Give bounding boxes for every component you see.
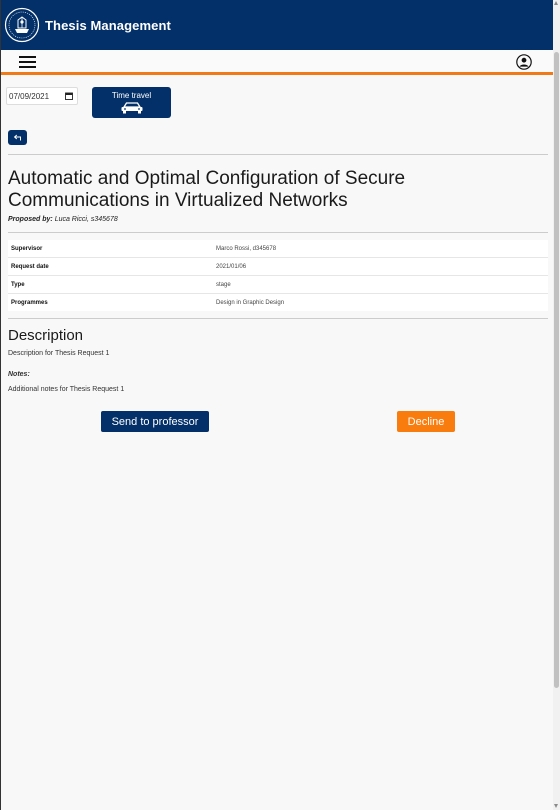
detail-value: Marco Rossi, d345678 — [216, 245, 277, 252]
navbar — [1, 50, 554, 75]
time-travel-label: Time travel — [111, 91, 152, 100]
notes-text: Additional notes for Thesis Request 1 — [8, 386, 125, 393]
detail-label: Supervisor — [11, 245, 43, 252]
send-to-professor-button[interactable]: Send to professor — [101, 411, 209, 432]
description-text: Description for Thesis Request 1 — [8, 350, 110, 357]
calendar-icon[interactable] — [65, 92, 73, 100]
menu-icon[interactable] — [19, 56, 36, 68]
detail-label: Type — [11, 281, 25, 288]
detail-row-supervisor: Supervisor Marco Rossi, d345678 — [8, 240, 548, 257]
app-title[interactable]: Thesis Management — [45, 18, 171, 33]
date-value: 07/09/2021 — [9, 91, 50, 101]
car-icon — [121, 102, 142, 114]
page-scrollbar[interactable] — [553, 0, 560, 810]
details-table: Supervisor Marco Rossi, d345678 Request … — [8, 240, 548, 311]
app-header: Thesis Management — [1, 0, 554, 50]
notes-label: Notes: — [8, 371, 30, 378]
proposer-line: Proposed by: Luca Ricci, s345678 — [8, 216, 118, 223]
back-button[interactable] — [8, 130, 27, 145]
description-heading: Description — [8, 327, 84, 344]
divider — [8, 318, 548, 319]
divider — [8, 154, 548, 155]
detail-row-request-date: Request date 2021/01/06 — [8, 257, 548, 275]
scrollbar-thumb[interactable] — [554, 52, 559, 688]
detail-row-programmes: Programmes Design in Graphic Design — [8, 293, 548, 311]
scroll-down-icon[interactable] — [554, 804, 558, 808]
back-arrow-icon — [13, 134, 21, 141]
time-travel-date-input[interactable]: 07/09/2021 — [6, 87, 78, 105]
divider — [8, 232, 548, 233]
university-logo-icon[interactable] — [4, 7, 40, 43]
decline-button[interactable]: Decline — [397, 411, 455, 432]
detail-value: 2021/01/06 — [216, 263, 247, 270]
proposer-label: Proposed by: — [8, 216, 53, 223]
proposer-value: Luca Ricci, s345678 — [54, 216, 118, 223]
scroll-up-icon[interactable] — [554, 1, 558, 5]
detail-label: Programmes — [11, 299, 48, 306]
thesis-title: Automatic and Optimal Configuration of S… — [8, 168, 406, 211]
detail-row-type: Type stage — [8, 275, 548, 293]
time-travel-button[interactable]: Time travel — [92, 87, 171, 118]
detail-label: Request date — [11, 263, 49, 270]
detail-value: Design in Graphic Design — [216, 299, 285, 306]
user-icon[interactable] — [516, 54, 532, 70]
detail-value: stage — [216, 281, 231, 288]
